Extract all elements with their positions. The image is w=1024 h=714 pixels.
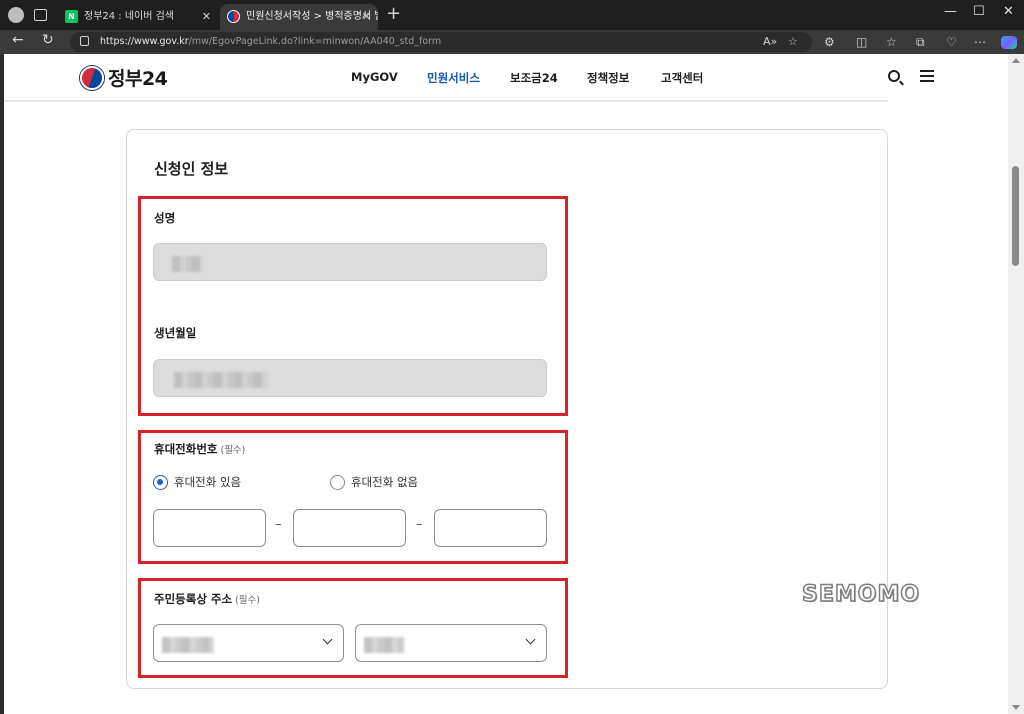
browser-essentials-icon[interactable]: ♡ [946,35,957,49]
web-page: 정부24 MyGOV 민원서비스 보조금24 정책정보 고객센터 신청인 정보 … [4,54,1008,714]
phone-separator: – [416,517,423,532]
favorites-icon[interactable]: ☆ [886,35,897,49]
radio-checked-icon [153,474,168,490]
scroll-up-arrow-icon[interactable] [1012,58,1020,63]
nav-policy-info[interactable]: 정책정보 [587,70,629,86]
scroll-down-arrow-icon[interactable] [1012,705,1020,710]
minimize-button[interactable]: — [944,4,957,19]
tab-title: 민원신청서작성 > 병적증명서 발급 [246,11,378,22]
browser-toolbar: ← ↻ https://www.gov.kr/mw/EgovPageLink.d… [0,30,1024,54]
address-sigungu-select[interactable] [355,624,547,662]
name-field-readonly [153,243,547,281]
tab-close-icon[interactable]: ✕ [202,4,211,30]
favorite-star-icon[interactable]: ☆ [788,35,798,48]
nav-subsidy24[interactable]: 보조금24 [510,70,558,86]
tab-title: 정부24 : 네이버 검색 [84,11,175,22]
address-label: 주민등록상 주소 (필수) [154,592,260,606]
tab-naver-search[interactable]: N 정부24 : 네이버 검색 ✕ [58,4,218,30]
chevron-down-icon [322,634,333,645]
radio-has-phone[interactable]: 휴대전화 있음 [153,474,241,490]
profile-avatar[interactable] [8,7,24,23]
gov24-logo[interactable]: 정부24 [80,64,168,91]
taegeuk-icon [80,65,104,90]
back-arrow-icon[interactable]: ← [12,32,24,48]
blurred-birthdate [174,372,268,388]
header-divider [4,100,888,102]
blurred-sigungu [364,637,404,653]
hamburger-menu-icon[interactable] [920,70,934,82]
radio-no-phone[interactable]: 휴대전화 없음 [330,474,418,490]
reader-mode-icon[interactable]: A» [763,35,777,48]
nav-customer-center[interactable]: 고객센터 [661,70,703,86]
collections-icon[interactable]: ⧉ [916,35,925,50]
required-tag: (필수) [220,445,246,456]
chevron-down-icon [525,634,536,645]
maximize-button[interactable]: ☐ [973,4,985,19]
close-window-button[interactable]: ✕ [1003,4,1014,19]
phone-input-last[interactable] [434,509,547,547]
watermark-text: SEMOMO [801,581,921,608]
phone-separator: – [275,517,282,532]
page-scrollbar[interactable] [1008,54,1024,714]
birthdate-field-readonly [153,359,547,397]
tab-minwon-form[interactable]: 민원신청서작성 > 병적증명서 발급 ✕ [220,4,378,30]
birthdate-label: 생년월일 [154,326,197,340]
new-tab-button[interactable]: + [386,3,401,24]
naver-icon: N [65,10,78,23]
nav-minwon-service[interactable]: 민원서비스 [427,70,480,86]
more-options-icon[interactable]: ⋯ [974,35,986,49]
required-tag: (필수) [235,595,260,606]
address-sido-select[interactable] [153,624,344,662]
section-title: 신청인 정보 [154,160,229,178]
address-bar[interactable]: https://www.gov.kr/mw/EgovPageLink.do?li… [70,32,812,52]
phone-label: 휴대전화번호 (필수) [154,442,246,456]
nav-mygov[interactable]: MyGOV [351,70,398,84]
extensions-icon[interactable]: ⚙ [824,35,835,49]
radio-unchecked-icon [330,474,345,490]
phone-input-prefix[interactable] [153,509,266,547]
phone-input-middle[interactable] [293,509,406,547]
browser-tab-bar: N 정부24 : 네이버 검색 ✕ 민원신청서작성 > 병적증명서 발급 ✕ +… [0,0,1024,30]
blurred-sido [162,637,214,653]
lock-icon [80,36,89,46]
tab-close-icon[interactable]: ✕ [362,4,371,30]
split-screen-icon[interactable]: ◫ [856,35,867,49]
name-label: 성명 [154,211,176,225]
copilot-icon[interactable] [1001,36,1017,49]
url-text: https://www.gov.kr/mw/EgovPageLink.do?li… [100,36,442,47]
logo-text: 정부24 [108,68,168,90]
scroll-thumb[interactable] [1012,166,1019,266]
search-icon[interactable] [888,70,900,82]
blurred-name [172,256,204,272]
tab-actions-icon[interactable] [34,9,47,21]
refresh-icon[interactable]: ↻ [42,32,54,48]
site-header: 정부24 MyGOV 민원서비스 보조금24 정책정보 고객센터 [4,54,1008,100]
gov24-icon [227,10,240,23]
